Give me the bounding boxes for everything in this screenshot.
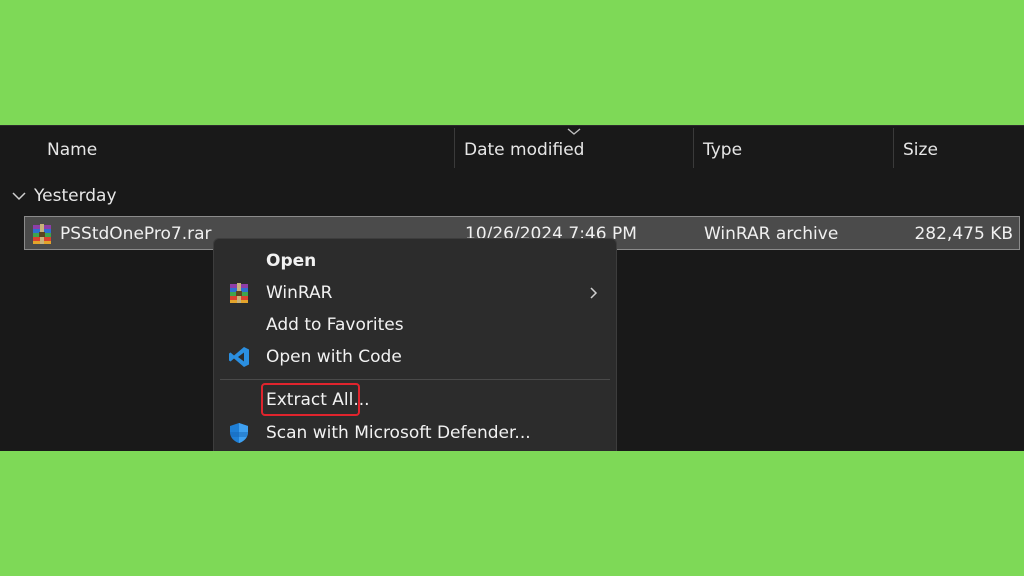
file-size: 282,475 KB	[914, 224, 1013, 244]
column-header-date-modified[interactable]: Date modified	[464, 126, 584, 170]
winrar-archive-icon	[33, 224, 51, 244]
file-type: WinRAR archive	[704, 224, 839, 244]
group-label: Yesterday	[34, 186, 117, 206]
menu-item-label: WinRAR	[266, 283, 333, 303]
menu-item-winrar[interactable]: WinRAR	[214, 277, 616, 309]
chevron-down-icon[interactable]	[12, 191, 26, 201]
column-separator[interactable]	[454, 128, 455, 168]
context-menu: Open WinRAR Add to Favorites Open with C…	[213, 238, 617, 451]
menu-item-open-with-code[interactable]: Open with Code	[214, 341, 616, 373]
menu-item-scan-with-defender[interactable]: Scan with Microsoft Defender...	[214, 417, 616, 449]
menu-item-label: Add to Favorites	[266, 315, 404, 335]
column-header-size[interactable]: Size	[903, 126, 938, 170]
menu-divider	[220, 379, 610, 380]
defender-shield-icon	[230, 423, 248, 443]
winrar-icon	[230, 283, 248, 303]
menu-item-label: Open	[266, 251, 317, 271]
column-header-row: Name Date modified Type Size	[0, 126, 1024, 170]
column-header-type[interactable]: Type	[703, 126, 742, 170]
highlight-annotation-box	[261, 383, 360, 416]
menu-item-label: Scan with Microsoft Defender...	[266, 423, 531, 443]
menu-item-add-to-favorites[interactable]: Add to Favorites	[214, 309, 616, 341]
vscode-icon	[229, 347, 249, 367]
file-name: PSStdOnePro7.rar	[60, 224, 212, 244]
group-header-yesterday[interactable]: Yesterday	[12, 184, 117, 208]
column-header-name[interactable]: Name	[47, 126, 97, 170]
menu-item-label: Open with Code	[266, 347, 402, 367]
file-explorer-window: Name Date modified Type Size Yesterday P…	[0, 125, 1024, 451]
menu-item-open[interactable]: Open	[214, 245, 616, 277]
column-separator[interactable]	[693, 128, 694, 168]
column-separator[interactable]	[893, 128, 894, 168]
chevron-right-icon	[590, 287, 598, 299]
